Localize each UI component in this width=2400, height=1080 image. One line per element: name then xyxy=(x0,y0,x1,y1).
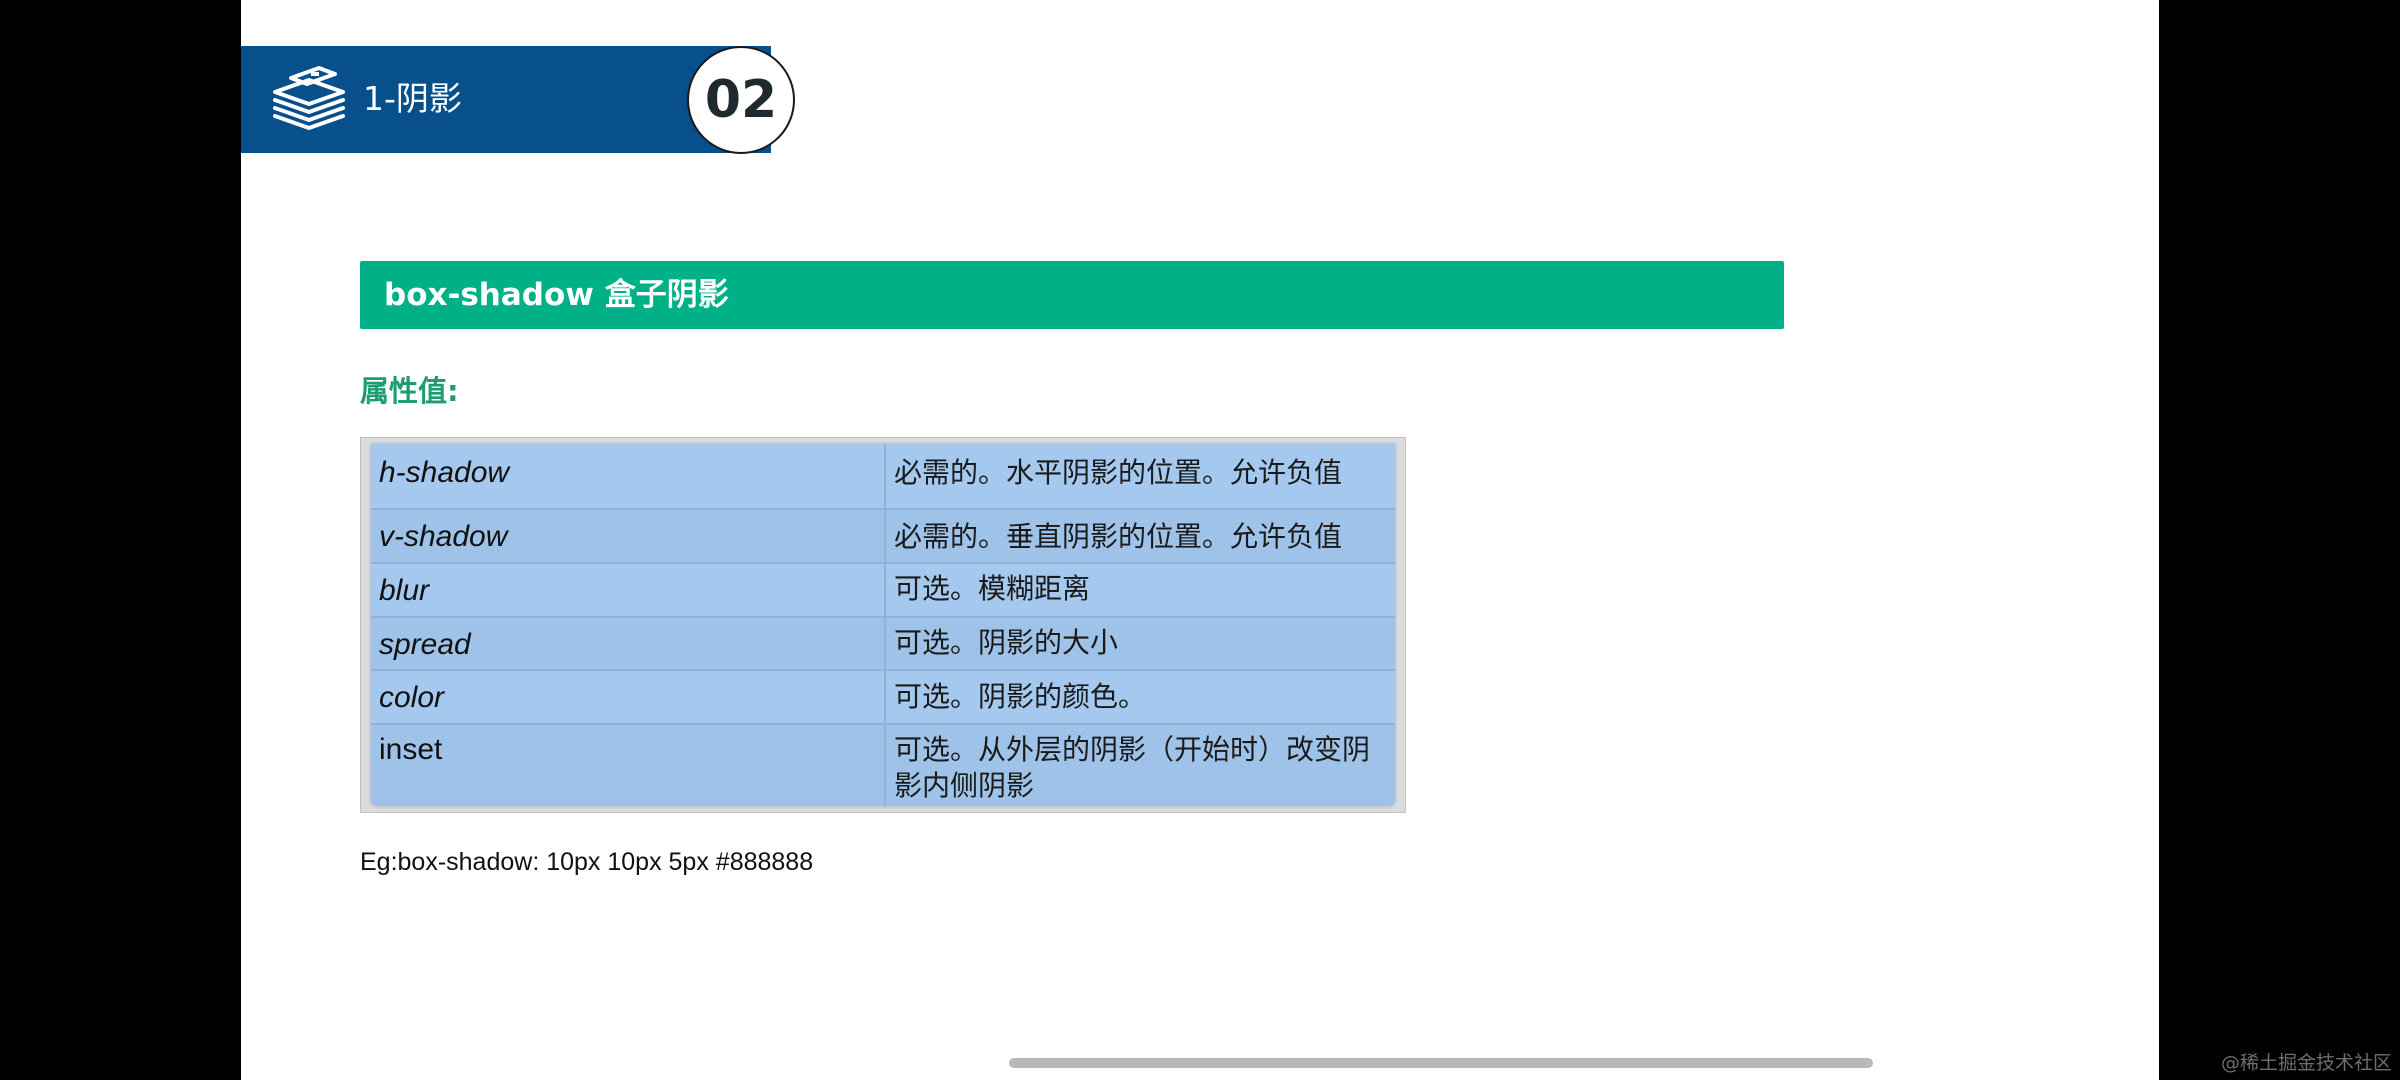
property-name: blur xyxy=(371,564,886,616)
property-description: 可选。从外层的阴影（开始时）改变阴影内侧阴影 xyxy=(894,733,1371,802)
header-title: 1-阴影 xyxy=(363,79,462,118)
property-description: 可选。阴影的颜色。 xyxy=(894,680,1147,713)
property-description: 可选。阴影的大小 xyxy=(894,626,1119,659)
property-name: v-shadow xyxy=(371,510,886,562)
property-description: 必需的。垂直阴影的位置。允许负值 xyxy=(894,520,1343,553)
property-description: 必需的。水平阴影的位置。允许负值 xyxy=(894,456,1343,489)
section-title: box-shadow 盒子阴影 xyxy=(384,277,729,313)
table-row: color 可选。阴影的颜色。 xyxy=(371,671,1395,725)
section-number-badge: 02 xyxy=(687,46,795,154)
property-table-image: h-shadow 必需的。水平阴影的位置。允许负值 v-shadow 必需的。垂… xyxy=(360,437,1406,813)
property-name: color xyxy=(371,671,886,723)
property-name: h-shadow xyxy=(371,444,886,508)
table-row: inset 可选。从外层的阴影（开始时）改变阴影内侧阴影 xyxy=(371,725,1395,806)
property-name: inset xyxy=(371,725,886,806)
books-icon xyxy=(269,64,349,134)
table-row: spread 可选。阴影的大小 xyxy=(371,618,1395,671)
property-name: spread xyxy=(371,618,886,669)
attributes-label: 属性值: xyxy=(360,374,459,408)
section-title-bar: box-shadow 盒子阴影 xyxy=(360,261,1784,329)
property-description: 可选。模糊距离 xyxy=(894,572,1091,605)
table-row: blur 可选。模糊距离 xyxy=(371,564,1395,618)
scrollbar[interactable] xyxy=(1009,1058,1873,1068)
example-code: Eg:box-shadow: 10px 10px 5px #888888 xyxy=(360,848,814,876)
slide: 1-阴影 02 box-shadow 盒子阴影 属性值: h-shadow 必需… xyxy=(241,0,2159,1080)
table-row: h-shadow 必需的。水平阴影的位置。允许负值 xyxy=(371,444,1395,510)
property-table: h-shadow 必需的。水平阴影的位置。允许负值 v-shadow 必需的。垂… xyxy=(371,444,1395,806)
table-row: v-shadow 必需的。垂直阴影的位置。允许负值 xyxy=(371,510,1395,564)
watermark: @稀土掘金技术社区 xyxy=(2220,1052,2392,1074)
